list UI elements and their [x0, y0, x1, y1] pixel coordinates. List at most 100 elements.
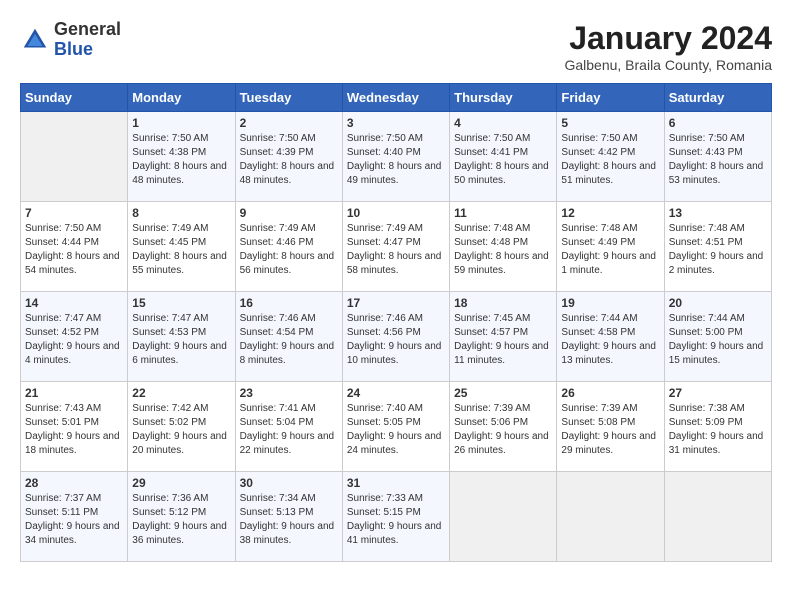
- day-info: Sunrise: 7:49 AM Sunset: 4:47 PM Dayligh…: [347, 222, 445, 278]
- day-number: 15: [132, 296, 230, 310]
- day-cell: 13Sunrise: 7:48 AM Sunset: 4:51 PM Dayli…: [664, 202, 771, 292]
- day-cell: 28 Sunrise: 7:37 AM Sunset: 5:11 PM Dayli…: [21, 472, 128, 562]
- day-number: 21: [25, 386, 123, 400]
- day-number: 3: [347, 116, 445, 130]
- day-info: Sunrise: 7:49 AM Sunset: 4:45 PM Dayligh…: [132, 222, 230, 278]
- day-number: 24: [347, 386, 445, 400]
- day-info: Sunrise: 7:38 AM Sunset: 5:09 PM Dayligh…: [669, 402, 767, 458]
- day-number: 5: [561, 116, 659, 130]
- header-cell-tuesday: Tuesday: [235, 84, 342, 112]
- day-number: 20: [669, 296, 767, 310]
- day-cell: 24Sunrise: 7:40 AM Sunset: 5:05 PM Dayli…: [342, 382, 449, 472]
- day-info: Sunrise: 7:39 AM Sunset: 5:06 PM Dayligh…: [454, 402, 552, 458]
- day-number: 28: [25, 476, 123, 490]
- day-cell: [21, 112, 128, 202]
- day-number: 12: [561, 206, 659, 220]
- day-info: Sunrise: 7:50 AM Sunset: 4:43 PM Dayligh…: [669, 132, 767, 188]
- day-number: 14: [25, 296, 123, 310]
- day-number: 18: [454, 296, 552, 310]
- day-info: Sunrise: 7:50 AM Sunset: 4:42 PM Dayligh…: [561, 132, 659, 188]
- day-cell: 21 Sunrise: 7:43 AM Sunset: 5:01 PM Dayli…: [21, 382, 128, 472]
- day-number: 26: [561, 386, 659, 400]
- day-cell: 14Sunrise: 7:47 AM Sunset: 4:52 PM Dayli…: [21, 292, 128, 382]
- calendar-header: SundayMondayTuesdayWednesdayThursdayFrid…: [21, 84, 772, 112]
- week-row-1: 7 Sunrise: 7:50 AM Sunset: 4:44 PM Daylig…: [21, 202, 772, 292]
- day-cell: 19 Sunrise: 7:44 AM Sunset: 4:58 PM Dayli…: [557, 292, 664, 382]
- week-row-2: 14Sunrise: 7:47 AM Sunset: 4:52 PM Dayli…: [21, 292, 772, 382]
- day-number: 30: [240, 476, 338, 490]
- header-cell-monday: Monday: [128, 84, 235, 112]
- location-title: Galbenu, Braila County, Romania: [564, 57, 772, 73]
- day-number: 22: [132, 386, 230, 400]
- day-info: Sunrise: 7:44 AM Sunset: 5:00 PM Dayligh…: [669, 312, 767, 368]
- day-info: Sunrise: 7:46 AM Sunset: 4:56 PM Dayligh…: [347, 312, 445, 368]
- header-cell-saturday: Saturday: [664, 84, 771, 112]
- header-cell-thursday: Thursday: [450, 84, 557, 112]
- day-info: Sunrise: 7:34 AM Sunset: 5:13 PM Dayligh…: [240, 492, 338, 548]
- day-cell: 12 Sunrise: 7:48 AM Sunset: 4:49 PM Dayli…: [557, 202, 664, 292]
- day-info: Sunrise: 7:50 AM Sunset: 4:41 PM Dayligh…: [454, 132, 552, 188]
- day-cell: 29 Sunrise: 7:36 AM Sunset: 5:12 PM Dayli…: [128, 472, 235, 562]
- day-info: Sunrise: 7:33 AM Sunset: 5:15 PM Dayligh…: [347, 492, 445, 548]
- calendar-table: SundayMondayTuesdayWednesdayThursdayFrid…: [20, 83, 772, 562]
- day-info: Sunrise: 7:43 AM Sunset: 5:01 PM Dayligh…: [25, 402, 123, 458]
- day-info: Sunrise: 7:48 AM Sunset: 4:48 PM Dayligh…: [454, 222, 552, 278]
- day-info: Sunrise: 7:44 AM Sunset: 4:58 PM Dayligh…: [561, 312, 659, 368]
- day-number: 6: [669, 116, 767, 130]
- day-cell: 25 Sunrise: 7:39 AM Sunset: 5:06 PM Dayli…: [450, 382, 557, 472]
- day-cell: [450, 472, 557, 562]
- logo: General Blue: [20, 20, 121, 60]
- week-row-3: 21 Sunrise: 7:43 AM Sunset: 5:01 PM Dayli…: [21, 382, 772, 472]
- day-cell: 9Sunrise: 7:49 AM Sunset: 4:46 PM Daylig…: [235, 202, 342, 292]
- day-number: 11: [454, 206, 552, 220]
- day-cell: [664, 472, 771, 562]
- week-row-4: 28 Sunrise: 7:37 AM Sunset: 5:11 PM Dayli…: [21, 472, 772, 562]
- day-info: Sunrise: 7:48 AM Sunset: 4:51 PM Dayligh…: [669, 222, 767, 278]
- day-cell: 5 Sunrise: 7:50 AM Sunset: 4:42 PM Daylig…: [557, 112, 664, 202]
- header-row: SundayMondayTuesdayWednesdayThursdayFrid…: [21, 84, 772, 112]
- day-info: Sunrise: 7:46 AM Sunset: 4:54 PM Dayligh…: [240, 312, 338, 368]
- day-number: 25: [454, 386, 552, 400]
- day-number: 19: [561, 296, 659, 310]
- day-info: Sunrise: 7:48 AM Sunset: 4:49 PM Dayligh…: [561, 222, 659, 278]
- day-cell: 20 Sunrise: 7:44 AM Sunset: 5:00 PM Dayli…: [664, 292, 771, 382]
- day-info: Sunrise: 7:50 AM Sunset: 4:44 PM Dayligh…: [25, 222, 123, 278]
- day-cell: 15 Sunrise: 7:47 AM Sunset: 4:53 PM Dayli…: [128, 292, 235, 382]
- day-cell: 30 Sunrise: 7:34 AM Sunset: 5:13 PM Dayli…: [235, 472, 342, 562]
- calendar-body: 1Sunrise: 7:50 AM Sunset: 4:38 PM Daylig…: [21, 112, 772, 562]
- day-number: 1: [132, 116, 230, 130]
- logo-blue: Blue: [54, 40, 121, 60]
- day-info: Sunrise: 7:49 AM Sunset: 4:46 PM Dayligh…: [240, 222, 338, 278]
- logo-icon: [20, 25, 50, 55]
- day-info: Sunrise: 7:39 AM Sunset: 5:08 PM Dayligh…: [561, 402, 659, 458]
- day-info: Sunrise: 7:37 AM Sunset: 5:11 PM Dayligh…: [25, 492, 123, 548]
- day-info: Sunrise: 7:50 AM Sunset: 4:39 PM Dayligh…: [240, 132, 338, 188]
- title-block: January 2024 Galbenu, Braila County, Rom…: [564, 20, 772, 73]
- day-number: 7: [25, 206, 123, 220]
- day-info: Sunrise: 7:36 AM Sunset: 5:12 PM Dayligh…: [132, 492, 230, 548]
- day-cell: 23 Sunrise: 7:41 AM Sunset: 5:04 PM Dayli…: [235, 382, 342, 472]
- day-info: Sunrise: 7:42 AM Sunset: 5:02 PM Dayligh…: [132, 402, 230, 458]
- day-cell: 1Sunrise: 7:50 AM Sunset: 4:38 PM Daylig…: [128, 112, 235, 202]
- day-cell: 3Sunrise: 7:50 AM Sunset: 4:40 PM Daylig…: [342, 112, 449, 202]
- logo-text: General Blue: [54, 20, 121, 60]
- week-row-0: 1Sunrise: 7:50 AM Sunset: 4:38 PM Daylig…: [21, 112, 772, 202]
- day-cell: 6 Sunrise: 7:50 AM Sunset: 4:43 PM Daylig…: [664, 112, 771, 202]
- day-cell: 27Sunrise: 7:38 AM Sunset: 5:09 PM Dayli…: [664, 382, 771, 472]
- day-number: 31: [347, 476, 445, 490]
- day-number: 8: [132, 206, 230, 220]
- day-cell: 22 Sunrise: 7:42 AM Sunset: 5:02 PM Dayli…: [128, 382, 235, 472]
- day-cell: 4 Sunrise: 7:50 AM Sunset: 4:41 PM Daylig…: [450, 112, 557, 202]
- day-number: 29: [132, 476, 230, 490]
- day-number: 2: [240, 116, 338, 130]
- day-info: Sunrise: 7:41 AM Sunset: 5:04 PM Dayligh…: [240, 402, 338, 458]
- header-cell-wednesday: Wednesday: [342, 84, 449, 112]
- day-cell: 31 Sunrise: 7:33 AM Sunset: 5:15 PM Dayli…: [342, 472, 449, 562]
- day-info: Sunrise: 7:47 AM Sunset: 4:53 PM Dayligh…: [132, 312, 230, 368]
- day-number: 16: [240, 296, 338, 310]
- day-number: 23: [240, 386, 338, 400]
- header-cell-sunday: Sunday: [21, 84, 128, 112]
- day-cell: 18Sunrise: 7:45 AM Sunset: 4:57 PM Dayli…: [450, 292, 557, 382]
- month-title: January 2024: [564, 20, 772, 57]
- day-number: 4: [454, 116, 552, 130]
